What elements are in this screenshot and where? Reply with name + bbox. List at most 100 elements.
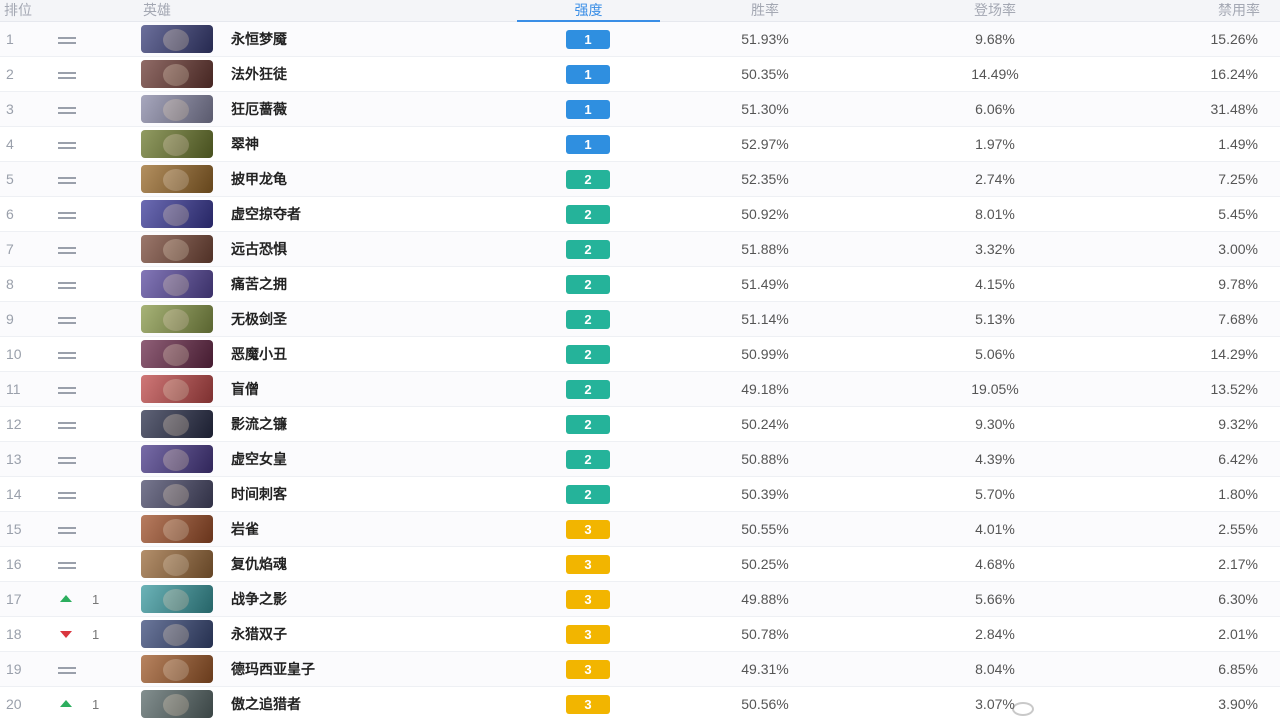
- hero-avatar[interactable]: [141, 690, 213, 718]
- hero-name[interactable]: 岩雀: [231, 512, 259, 547]
- hero-name[interactable]: 时间刺客: [231, 477, 287, 512]
- hero-name[interactable]: 恶魔小丑: [231, 337, 287, 372]
- table-row[interactable]: 13 虚空女皇 2 50.88% 4.39% 6.42%: [0, 442, 1280, 477]
- hero-name[interactable]: 远古恐惧: [231, 232, 287, 267]
- rank-number: 9: [6, 311, 14, 327]
- ban-rate: 1.49%: [1218, 136, 1258, 152]
- pick-rate: 14.49%: [971, 66, 1019, 82]
- rank-trend: [58, 477, 108, 512]
- hero-name[interactable]: 虚空女皇: [231, 442, 287, 477]
- win-rate: 50.88%: [741, 451, 789, 467]
- hero-name[interactable]: 德玛西亚皇子: [231, 652, 315, 687]
- table-row[interactable]: 1 永恒梦魇 1 51.93% 9.68% 15.26%: [0, 22, 1280, 57]
- hero-name[interactable]: 狂厄蔷薇: [231, 92, 287, 127]
- header-pick-rate[interactable]: 登场率: [930, 0, 1060, 22]
- table-row[interactable]: 2 法外狂徒 1 50.35% 14.49% 16.24%: [0, 57, 1280, 92]
- hero-avatar[interactable]: [141, 375, 213, 403]
- equal-icon: [58, 457, 76, 464]
- rank-trend: [58, 92, 108, 127]
- ban-rate: 6.30%: [1218, 591, 1258, 607]
- rank-trend: [58, 302, 108, 337]
- table-row[interactable]: 7 远古恐惧 2 51.88% 3.32% 3.00%: [0, 232, 1280, 267]
- header-win-rate[interactable]: 胜率: [700, 0, 830, 22]
- hero-name[interactable]: 影流之镰: [231, 407, 287, 442]
- equal-icon: [58, 527, 76, 534]
- hero-name[interactable]: 永猎双子: [231, 617, 287, 652]
- table-row[interactable]: 5 披甲龙龟 2 52.35% 2.74% 7.25%: [0, 162, 1280, 197]
- hero-name[interactable]: 傲之追猎者: [231, 687, 301, 720]
- table-row[interactable]: 15 岩雀 3 50.55% 4.01% 2.55%: [0, 512, 1280, 547]
- rank-trend: [58, 127, 108, 162]
- hero-name[interactable]: 战争之影: [231, 582, 287, 617]
- pick-rate: 3.32%: [975, 241, 1015, 257]
- table-row[interactable]: 16 复仇焰魂 3 50.25% 4.68% 2.17%: [0, 547, 1280, 582]
- hero-avatar[interactable]: [141, 585, 213, 613]
- equal-icon: [58, 107, 76, 114]
- table-row[interactable]: 17 1 战争之影 3 49.88% 5.66% 6.30%: [0, 582, 1280, 617]
- hero-avatar[interactable]: [141, 25, 213, 53]
- table-row[interactable]: 18 1 永猎双子 3 50.78% 2.84% 2.01%: [0, 617, 1280, 652]
- pick-rate: 5.13%: [975, 311, 1015, 327]
- table-row[interactable]: 3 狂厄蔷薇 1 51.30% 6.06% 31.48%: [0, 92, 1280, 127]
- table-row[interactable]: 6 虚空掠夺者 2 50.92% 8.01% 5.45%: [0, 197, 1280, 232]
- rank-trend: [58, 22, 108, 57]
- hero-name[interactable]: 虚空掠夺者: [231, 197, 301, 232]
- table-row[interactable]: 12 影流之镰 2 50.24% 9.30% 9.32%: [0, 407, 1280, 442]
- hero-name[interactable]: 痛苦之拥: [231, 267, 287, 302]
- hero-avatar[interactable]: [141, 515, 213, 543]
- ban-rate: 6.85%: [1218, 661, 1258, 677]
- rank-trend: 1: [58, 687, 108, 720]
- hero-avatar[interactable]: [141, 340, 213, 368]
- header-ban-rate[interactable]: 禁用率: [1150, 0, 1280, 22]
- hero-avatar[interactable]: [141, 270, 213, 298]
- hero-avatar[interactable]: [141, 200, 213, 228]
- header-rank[interactable]: 排位: [4, 0, 32, 22]
- table-row[interactable]: 19 德玛西亚皇子 3 49.31% 8.04% 6.85%: [0, 652, 1280, 687]
- ban-rate: 16.24%: [1210, 66, 1258, 82]
- hero-avatar[interactable]: [141, 655, 213, 683]
- hero-avatar[interactable]: [141, 130, 213, 158]
- win-rate: 50.55%: [741, 521, 789, 537]
- hero-avatar[interactable]: [141, 480, 213, 508]
- table-row[interactable]: 8 痛苦之拥 2 51.49% 4.15% 9.78%: [0, 267, 1280, 302]
- table-row[interactable]: 10 恶魔小丑 2 50.99% 5.06% 14.29%: [0, 337, 1280, 372]
- ban-rate: 9.78%: [1218, 276, 1258, 292]
- hero-name[interactable]: 法外狂徒: [231, 57, 287, 92]
- hero-name[interactable]: 翠神: [231, 127, 259, 162]
- table-row[interactable]: 4 翠神 1 52.97% 1.97% 1.49%: [0, 127, 1280, 162]
- hero-avatar[interactable]: [141, 165, 213, 193]
- hero-name[interactable]: 盲僧: [231, 372, 259, 407]
- hero-avatar[interactable]: [141, 235, 213, 263]
- rank-trend: [58, 547, 108, 582]
- rank-change: 1: [92, 592, 100, 607]
- win-rate: 50.39%: [741, 486, 789, 502]
- equal-icon: [58, 667, 76, 674]
- tier-badge: 2: [566, 275, 610, 294]
- rank-trend: [58, 512, 108, 547]
- rank-number: 18: [6, 626, 22, 642]
- table-row[interactable]: 11 盲僧 2 49.18% 19.05% 13.52%: [0, 372, 1280, 407]
- tier-badge: 2: [566, 485, 610, 504]
- hero-avatar[interactable]: [141, 95, 213, 123]
- rank-number: 12: [6, 416, 22, 432]
- hero-avatar[interactable]: [141, 550, 213, 578]
- hero-avatar[interactable]: [141, 445, 213, 473]
- header-tier-sort[interactable]: 强度: [517, 0, 660, 22]
- hero-name[interactable]: 披甲龙龟: [231, 162, 287, 197]
- hero-name[interactable]: 永恒梦魇: [231, 22, 287, 57]
- pick-rate: 8.04%: [975, 661, 1015, 677]
- hero-avatar[interactable]: [141, 620, 213, 648]
- hero-name[interactable]: 无极剑圣: [231, 302, 287, 337]
- pick-rate: 4.15%: [975, 276, 1015, 292]
- pick-rate: 5.06%: [975, 346, 1015, 362]
- pick-rate: 19.05%: [971, 381, 1019, 397]
- table-row[interactable]: 14 时间刺客 2 50.39% 5.70% 1.80%: [0, 477, 1280, 512]
- rank-number: 11: [6, 381, 21, 397]
- hero-name[interactable]: 复仇焰魂: [231, 547, 287, 582]
- rank-number: 5: [6, 171, 14, 187]
- hero-avatar[interactable]: [141, 410, 213, 438]
- equal-icon: [58, 247, 76, 254]
- hero-avatar[interactable]: [141, 60, 213, 88]
- table-row[interactable]: 9 无极剑圣 2 51.14% 5.13% 7.68%: [0, 302, 1280, 337]
- hero-avatar[interactable]: [141, 305, 213, 333]
